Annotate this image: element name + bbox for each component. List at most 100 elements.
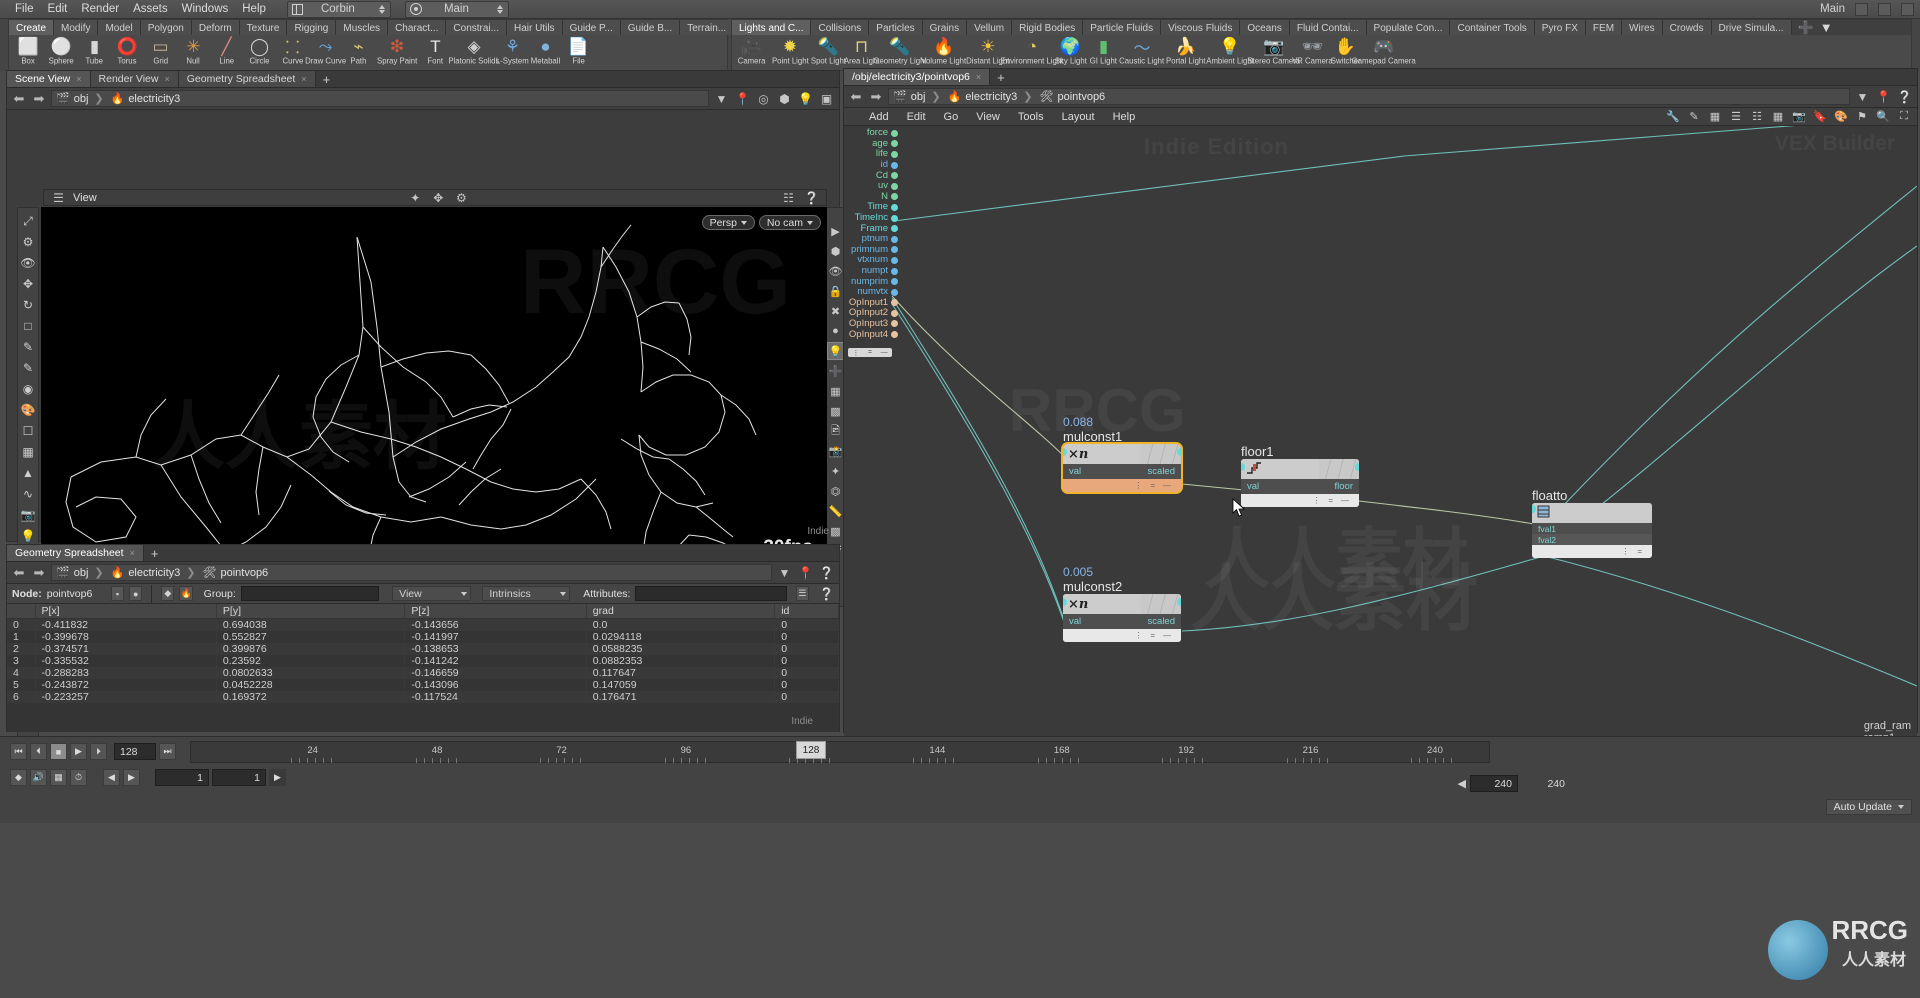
render-flag-icon[interactable]: =: [1328, 496, 1333, 505]
shelf-tab-fluid-contai[interactable]: Fluid Contai...: [1290, 20, 1367, 35]
shelf-tab-hair-utils[interactable]: Hair Utils: [507, 20, 563, 35]
shelf-tab-viscous-fluids[interactable]: Viscous Fluids: [1161, 20, 1240, 35]
points-mode-icon[interactable]: ▪: [111, 586, 124, 601]
table-row[interactable]: 6-0.2232570.169372-0.1175240.1764710: [7, 691, 839, 703]
shelf-item-portal-light[interactable]: 🍌Portal Light: [1164, 35, 1208, 67]
range-slider-handle[interactable]: ▶: [269, 769, 286, 786]
view-tool-icon[interactable]: 👁: [19, 254, 37, 272]
shelf-tab-fem[interactable]: FEM: [1586, 20, 1622, 35]
grid-align-icon[interactable]: ▦: [1771, 110, 1785, 124]
camera-tool-icon[interactable]: 📷: [19, 506, 37, 524]
vop-input-ptnum[interactable]: ptnum: [846, 234, 898, 245]
column-header-Pz[interactable]: P[z]: [405, 604, 586, 619]
uv-tool-icon[interactable]: ▦: [19, 443, 37, 461]
vop-input-port[interactable]: [891, 151, 898, 158]
render-flag-icon[interactable]: =: [1637, 547, 1642, 556]
visibility-icon[interactable]: 👁: [827, 262, 845, 280]
vop-input-port[interactable]: [891, 183, 898, 190]
flag-icon[interactable]: ⚑: [1855, 110, 1869, 124]
network-menu-add[interactable]: Add: [860, 110, 898, 124]
shelf-item-volume-light[interactable]: 🔥Volume Light: [922, 35, 966, 67]
output-port[interactable]: [1355, 463, 1359, 471]
vop-input-port[interactable]: [891, 278, 898, 285]
jump-end-button[interactable]: ⏭: [159, 743, 176, 760]
shelf-tab-pyro-fx[interactable]: Pyro FX: [1535, 20, 1586, 35]
snap-grid-icon[interactable]: ✥: [430, 189, 447, 206]
shelf-add-tab[interactable]: ➕▼: [1792, 20, 1839, 35]
shelf-item-caustic-light[interactable]: 〜Caustic Light: [1120, 35, 1164, 67]
snap-frame-icon[interactable]: ▦: [50, 769, 67, 786]
vop-input-id[interactable]: id: [846, 160, 898, 171]
keyframe-icon[interactable]: ◆: [10, 769, 27, 786]
pin-icon[interactable]: 📍: [797, 564, 814, 581]
tab-obj-electricity3-pointvop6[interactable]: /obj/electricity3/pointvop6×: [844, 69, 990, 85]
fit-view-icon[interactable]: ⛶: [1897, 110, 1911, 124]
vop-input-port[interactable]: [891, 162, 898, 169]
chevron-down-icon[interactable]: ▼: [1820, 20, 1833, 35]
bg-image-icon[interactable]: 🖻: [827, 422, 845, 440]
vop-input-TimeInc[interactable]: TimeInc: [846, 213, 898, 224]
intrinsics-dropdown[interactable]: Intrinsics: [482, 586, 570, 601]
shelf-tab-rigging[interactable]: Rigging: [287, 20, 336, 35]
rotate-tool-icon[interactable]: ↻: [19, 296, 37, 314]
pencil-icon[interactable]: ✎: [1687, 110, 1701, 124]
geometry-display-icon[interactable]: ⬢: [776, 90, 793, 107]
shelf-tab-populate-con[interactable]: Populate Con...: [1367, 20, 1451, 35]
time-options-icon[interactable]: ⏱: [70, 769, 87, 786]
range-left-arrow-icon[interactable]: ◀: [1458, 777, 1466, 790]
sculpt-tool-icon[interactable]: ✎: [19, 359, 37, 377]
vop-input-port[interactable]: [891, 257, 898, 264]
vop-input-port[interactable]: [891, 225, 898, 232]
shelf-tab-modify[interactable]: Modify: [54, 20, 98, 35]
vop-input-numpt[interactable]: numpt: [846, 266, 898, 277]
shelf-tab-guide-p[interactable]: Guide P...: [563, 20, 621, 35]
playhead-frame-indicator[interactable]: 128: [796, 741, 826, 759]
back-icon[interactable]: ⬅: [11, 91, 27, 107]
group-tool-icon[interactable]: ☐: [19, 422, 37, 440]
timeline-track[interactable]: 24487296120144168192216240: [190, 741, 1490, 763]
add-tab-button[interactable]: +: [990, 69, 1012, 85]
target-view-icon[interactable]: ◎: [755, 90, 772, 107]
help-icon[interactable]: ❔: [1896, 88, 1913, 105]
viewport-camera-selector[interactable]: No cam: [759, 215, 821, 230]
shelf-item-geometry-light[interactable]: 🔦Geometry Light: [878, 35, 922, 67]
snap-point-icon[interactable]: ✦: [407, 189, 424, 206]
viewport-persp-selector[interactable]: Persp: [702, 215, 755, 230]
range-prev-icon[interactable]: ◀: [103, 769, 120, 786]
snapshot-icon[interactable]: 📸: [827, 442, 845, 460]
material-display-icon[interactable]: ▣: [818, 90, 835, 107]
wrench-icon[interactable]: 🔧: [1666, 110, 1680, 124]
viewport-menu-icon[interactable]: ☰: [50, 189, 67, 206]
shelf-item-torus[interactable]: ⭕Torus: [111, 35, 144, 67]
bypass-flag-icon[interactable]: —: [1163, 631, 1171, 640]
vop-input-force[interactable]: force: [846, 128, 898, 139]
vop-input-port[interactable]: [891, 320, 898, 327]
vop-input-port[interactable]: [891, 215, 898, 222]
shelf-item-spray-paint[interactable]: ❇Spray Paint: [375, 35, 419, 67]
shelf-item-line[interactable]: ╱Line: [210, 35, 243, 67]
step-back-button[interactable]: ⏴: [30, 743, 47, 760]
shelf-tab-container-tools[interactable]: Container Tools: [1450, 20, 1534, 35]
minimize-button[interactable]: [1855, 3, 1868, 16]
tab-scene-view[interactable]: Scene View×: [7, 71, 91, 87]
dropdown-caret-icon[interactable]: ▼: [713, 90, 730, 107]
range-end-field[interactable]: 240: [1470, 775, 1518, 792]
attr-list-footer[interactable]: ⋮ = —: [848, 348, 892, 357]
material-sphere-icon[interactable]: ●: [827, 322, 845, 340]
back-icon[interactable]: ⬅: [11, 565, 27, 581]
network-menu-tools[interactable]: Tools: [1009, 110, 1053, 124]
vop-input-life[interactable]: life: [846, 149, 898, 160]
curve-tool-icon[interactable]: ∿: [19, 485, 37, 503]
vop-input-port[interactable]: [891, 268, 898, 275]
lighting-icon[interactable]: 💡: [827, 342, 845, 360]
shelf-item-stereo-camera[interactable]: 📷Stereo Camera: [1252, 35, 1296, 67]
help-icon[interactable]: ❔: [803, 189, 820, 206]
guides-icon[interactable]: ▩: [827, 402, 845, 420]
viewport-layout-icon[interactable]: ☷: [780, 189, 797, 206]
node-floor1[interactable]: floor1 val floor ⋮: [1241, 444, 1359, 507]
desktop-selector[interactable]: Corbin: [287, 1, 391, 18]
breadcrumb-pointvop6[interactable]: 🛠 pointvop6: [203, 566, 272, 579]
help-icon[interactable]: ❔: [818, 564, 835, 581]
shelf-item-tube[interactable]: ▮Tube: [78, 35, 111, 67]
select-tool-icon[interactable]: ⤢: [19, 212, 37, 230]
